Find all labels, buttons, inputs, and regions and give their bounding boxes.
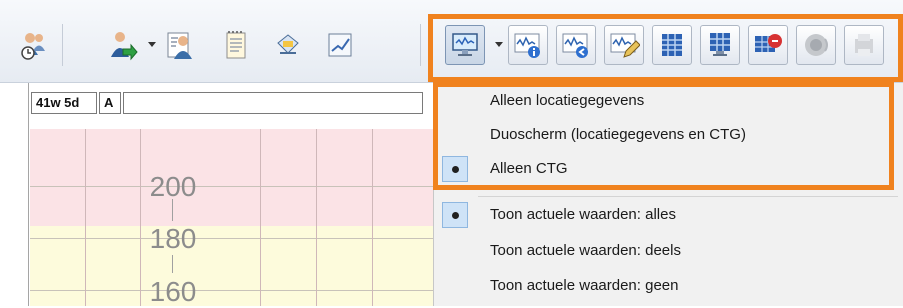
menu-item-label: Toon actuele waarden: geen (490, 277, 679, 294)
printer-button[interactable] (268, 25, 308, 65)
grid-line (316, 129, 317, 306)
grid-line (372, 129, 373, 306)
radio-bullet-icon (450, 210, 460, 220)
ctg-info-button[interactable] (508, 25, 548, 65)
monitor-view-icon (452, 33, 478, 56)
menu-item-label: Duoscherm (locatiegegevens en CTG) (490, 126, 746, 143)
monitor-grid-button[interactable] (700, 25, 740, 65)
grid-line (260, 129, 261, 306)
radio-bullet-icon (450, 164, 460, 174)
menu-item-toon-deels[interactable]: Toon actuele waarden: deels (434, 234, 903, 268)
axis-tick (172, 255, 173, 273)
monitor-grid-icon (710, 33, 730, 56)
notes-button[interactable] (216, 25, 256, 65)
gestation-label: 41w 5d (31, 92, 97, 114)
y-axis-label: 200 (149, 171, 197, 202)
chevron-down-icon (495, 42, 503, 47)
print-disabled-button (844, 25, 884, 65)
patient-transfer-button[interactable] (103, 25, 143, 65)
toolbar-separator (62, 24, 63, 66)
monitor-view-menu: Alleen locatiegegevens Duoscherm (locati… (433, 83, 903, 306)
chart-icon (328, 33, 352, 57)
y-axis-label: 180 (149, 223, 197, 254)
monitor-view-dropdown-caret[interactable] (494, 40, 504, 50)
menu-item-label: Toon actuele waarden: alles (490, 206, 676, 223)
info-empty-field (123, 92, 423, 114)
menu-item-alleen-ctg[interactable]: Alleen CTG (434, 152, 903, 186)
print-disabled-icon (855, 34, 873, 56)
ctg-back-button[interactable] (556, 25, 596, 65)
y-axis-label: 160 (149, 276, 197, 307)
grid-line (85, 129, 86, 306)
notes-icon (226, 31, 246, 59)
menu-item-alleen-locatiegegevens[interactable]: Alleen locatiegegevens (434, 84, 903, 118)
chart-button[interactable] (320, 25, 360, 65)
menu-separator (478, 196, 898, 197)
menu-item-duoscherm[interactable]: Duoscherm (locatiegegevens en CTG) (434, 118, 903, 152)
ctg-info-icon (514, 33, 540, 58)
transfer-dropdown-caret[interactable] (147, 40, 157, 50)
menu-item-toon-alles[interactable]: Toon actuele waarden: alles (434, 198, 903, 232)
menu-item-label: Alleen CTG (490, 160, 568, 177)
ctg-back-icon (562, 33, 588, 58)
toolbar (0, 0, 903, 83)
monitor-mute-button[interactable] (748, 25, 788, 65)
menu-item-toon-geen[interactable]: Toon actuele waarden: geen (434, 269, 903, 303)
grid-table-button[interactable] (652, 25, 692, 65)
monitor-view-button[interactable] (445, 25, 485, 65)
grid-table-icon (662, 34, 682, 56)
menu-item-label: Alleen locatiegegevens (490, 92, 645, 109)
patient-transfer-icon (111, 32, 138, 61)
patient-clock-button[interactable] (14, 25, 54, 65)
ctg-edit-button[interactable] (604, 25, 644, 65)
sound-icon (805, 34, 828, 56)
monitor-mute-icon (755, 34, 782, 52)
menu-item-label: Toon actuele waarden: deels (490, 242, 681, 259)
sound-button (796, 25, 836, 65)
patient-card-button[interactable] (160, 25, 200, 65)
chevron-down-icon (148, 42, 156, 47)
ctg-edit-icon (610, 33, 640, 58)
flag-label: A (99, 92, 121, 114)
patient-clock-icon (21, 33, 45, 60)
patient-card-icon (167, 32, 192, 59)
printer-icon (277, 34, 299, 54)
toolbar-separator (420, 24, 421, 66)
